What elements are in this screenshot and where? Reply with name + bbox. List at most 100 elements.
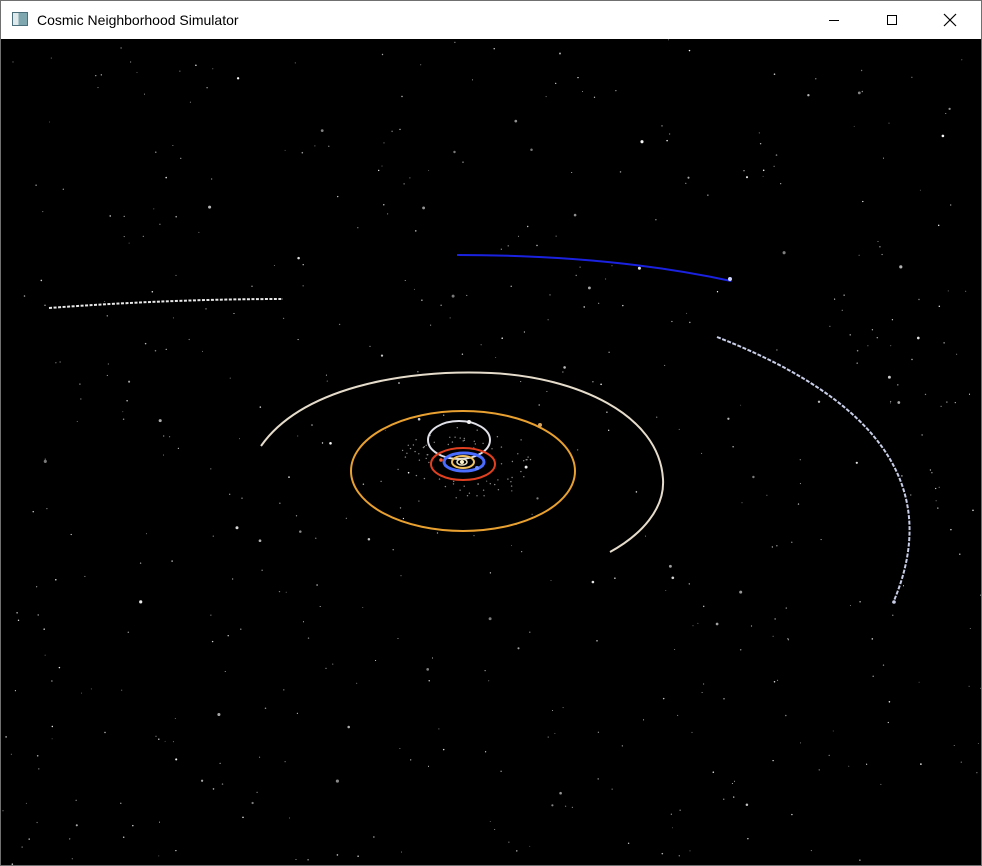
asteroid bbox=[426, 454, 428, 456]
planet-earth[interactable] bbox=[475, 466, 479, 470]
star bbox=[587, 286, 591, 290]
asteroid bbox=[414, 450, 416, 453]
star bbox=[591, 580, 595, 584]
star bbox=[25, 802, 27, 804]
star bbox=[977, 743, 979, 745]
star bbox=[918, 298, 920, 301]
star bbox=[21, 846, 23, 848]
star bbox=[32, 511, 34, 513]
planet-neptune[interactable] bbox=[892, 600, 896, 604]
close-button[interactable] bbox=[921, 1, 979, 39]
star bbox=[473, 535, 475, 537]
star bbox=[598, 302, 600, 304]
star bbox=[956, 353, 958, 355]
planet-jupiter[interactable] bbox=[467, 420, 471, 424]
planet-mars[interactable] bbox=[439, 458, 443, 462]
asteroid bbox=[459, 489, 461, 491]
planet-saturn[interactable] bbox=[538, 423, 542, 427]
star bbox=[563, 366, 566, 369]
star bbox=[431, 657, 434, 659]
star bbox=[210, 614, 212, 616]
asteroid bbox=[425, 444, 427, 446]
comet[interactable] bbox=[728, 277, 732, 281]
asteroid bbox=[511, 460, 514, 463]
star bbox=[321, 442, 324, 444]
star bbox=[772, 635, 774, 637]
star bbox=[383, 204, 385, 206]
star bbox=[380, 480, 382, 482]
asteroid bbox=[500, 446, 503, 448]
asteroid bbox=[463, 439, 466, 441]
star bbox=[311, 424, 313, 426]
star bbox=[399, 747, 401, 750]
star bbox=[785, 607, 788, 609]
star bbox=[911, 358, 913, 361]
star bbox=[307, 859, 309, 861]
maximize-button[interactable] bbox=[863, 1, 921, 39]
asteroid bbox=[529, 458, 532, 461]
star bbox=[420, 64, 422, 66]
star bbox=[576, 449, 579, 451]
star bbox=[251, 801, 254, 805]
star bbox=[640, 140, 644, 144]
star bbox=[146, 533, 147, 535]
star bbox=[397, 637, 399, 640]
star bbox=[122, 836, 125, 839]
star bbox=[747, 838, 749, 840]
star bbox=[175, 758, 178, 761]
minimize-button[interactable] bbox=[805, 1, 863, 39]
star bbox=[940, 405, 942, 408]
asteroid bbox=[455, 497, 457, 499]
simulation-viewport[interactable] bbox=[1, 39, 981, 865]
asteroid bbox=[520, 470, 522, 473]
star bbox=[968, 393, 971, 395]
star bbox=[862, 200, 864, 203]
star bbox=[316, 584, 318, 586]
star bbox=[436, 532, 439, 534]
star bbox=[859, 859, 861, 861]
star bbox=[849, 334, 851, 336]
star bbox=[494, 829, 496, 830]
star bbox=[284, 761, 286, 763]
star bbox=[547, 319, 549, 321]
star bbox=[843, 294, 845, 296]
star bbox=[28, 838, 30, 840]
star bbox=[165, 348, 167, 351]
star bbox=[417, 371, 419, 373]
star bbox=[383, 142, 385, 144]
star bbox=[100, 74, 102, 76]
star bbox=[295, 859, 297, 860]
star bbox=[615, 90, 617, 92]
star bbox=[336, 854, 339, 856]
asteroid bbox=[418, 453, 420, 455]
star bbox=[976, 772, 978, 774]
star bbox=[600, 383, 602, 386]
star bbox=[169, 436, 171, 438]
star bbox=[224, 671, 226, 672]
star bbox=[489, 572, 492, 574]
star bbox=[362, 483, 365, 485]
star bbox=[261, 569, 263, 571]
star bbox=[745, 176, 749, 179]
sun[interactable] bbox=[460, 460, 464, 464]
star bbox=[345, 517, 347, 519]
star bbox=[58, 666, 61, 669]
app-window-icon bbox=[12, 12, 28, 26]
star bbox=[872, 675, 874, 677]
star bbox=[369, 345, 371, 348]
star bbox=[258, 539, 262, 543]
star bbox=[398, 382, 400, 384]
star bbox=[678, 855, 680, 857]
star bbox=[69, 838, 71, 840]
star bbox=[466, 294, 468, 296]
star bbox=[888, 701, 891, 703]
star bbox=[555, 235, 557, 237]
star bbox=[221, 783, 224, 785]
title-bar[interactable]: Cosmic Neighborhood Simulator bbox=[1, 1, 981, 39]
star bbox=[295, 515, 298, 517]
star bbox=[165, 176, 167, 179]
space-scene[interactable] bbox=[1, 39, 981, 865]
star bbox=[212, 535, 214, 537]
star bbox=[691, 731, 693, 733]
star bbox=[288, 476, 290, 478]
